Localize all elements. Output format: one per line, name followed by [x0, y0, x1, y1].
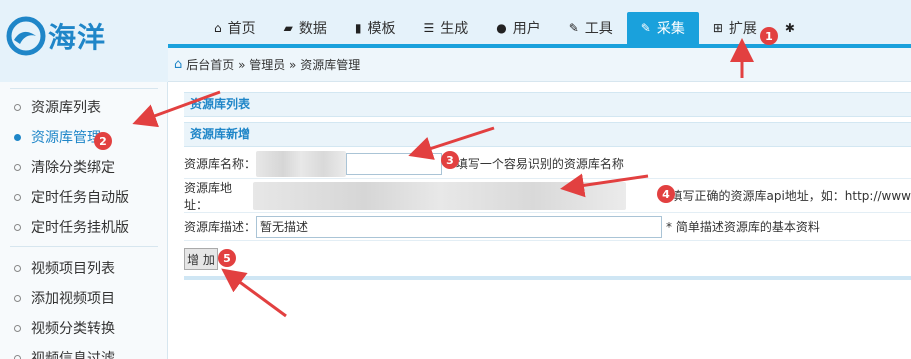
sidebar-item-label: 视频项目列表	[31, 261, 115, 277]
logo[interactable]: 海洋	[6, 12, 126, 60]
main-nav: ⌂ 首页 ▰ 数据 ▮ 模板 ☰ 生成 ● 用户 ✎ 工具 ✎ 采集 ⊞ 扩展 ✱	[200, 12, 815, 44]
sidebar-item-6[interactable]: 添加视频项目	[0, 283, 168, 313]
annotation-badge-5: 5	[218, 249, 236, 267]
name-redacted	[256, 150, 346, 177]
annotation-badge-3: 3	[441, 151, 459, 169]
sidebar-item-4[interactable]: 定时任务挂机版	[0, 212, 168, 242]
nav-item-label: 用户	[512, 21, 541, 37]
sidebar-divider	[10, 88, 158, 89]
bullet-icon	[14, 163, 21, 171]
desc-label: 资源库描述：	[184, 220, 257, 234]
sidebar-item-7[interactable]: 视频分类转换	[0, 313, 168, 343]
annotation-badge-4: 4	[657, 185, 675, 203]
bullet-icon	[14, 264, 21, 272]
panel-header-list[interactable]: 资源库列表	[184, 92, 911, 117]
url-label: 资源库地址：	[184, 180, 233, 212]
annotation-badge-1: 1	[760, 27, 778, 45]
wave-logo-icon	[6, 16, 46, 56]
sidebar: 资源库列表资源库管理清除分类绑定 定时任务自动版 定时任务挂机版 视频项目列表 添加视频…	[0, 82, 168, 359]
sidebar-item-label: 定时任务自动版	[31, 190, 129, 206]
bullet-icon	[14, 133, 21, 141]
sidebar-item-0[interactable]: 资源库列表	[0, 92, 168, 122]
edit-icon: ✎	[640, 21, 651, 35]
nav-item-label: 工具	[584, 21, 613, 37]
nav-item-2[interactable]: ▮ 模板	[341, 12, 410, 44]
sidebar-item-2[interactable]: 清除分类绑定	[0, 152, 168, 182]
nav-item-0[interactable]: ⌂ 首页	[200, 12, 270, 44]
user-icon: ●	[496, 21, 507, 35]
bullet-icon	[14, 193, 21, 201]
nav-item-6[interactable]: ✎ 采集	[626, 12, 699, 44]
home-icon[interactable]: ⌂	[174, 57, 182, 72]
sidebar-item-label: 清除分类绑定	[31, 160, 115, 176]
sidebar-item-3[interactable]: 定时任务自动版	[0, 182, 168, 212]
desc-input[interactable]	[256, 215, 662, 238]
sidebar-item-8[interactable]: 视频信息过滤	[0, 343, 168, 359]
nav-item-8[interactable]: ✱	[771, 12, 815, 44]
wrench-icon: ✎	[568, 21, 579, 35]
sidebar-item-label: 资源库管理	[31, 130, 101, 146]
nav-item-label: 首页	[227, 21, 256, 37]
sidebar-item-1[interactable]: 资源库管理	[0, 122, 168, 152]
url-input-redacted[interactable]	[252, 181, 626, 210]
add-button[interactable]: 增 加	[184, 248, 218, 270]
nav-item-label: 模板	[367, 21, 396, 37]
nav-item-label: 采集	[656, 21, 685, 37]
nav-item-label: 数据	[298, 21, 327, 37]
sidebar-item-5[interactable]: 视频项目列表	[0, 253, 168, 283]
form-row-desc: 资源库描述： * 简单描述资源库的基本资料	[184, 213, 911, 241]
nav-item-3[interactable]: ☰ 生成	[409, 12, 482, 44]
sitemap-icon: ⊞	[712, 21, 723, 35]
gear-icon: ✱	[784, 21, 795, 35]
bullet-icon	[14, 294, 21, 302]
sidebar-group-divider	[10, 246, 158, 247]
nav-item-label: 扩展	[728, 21, 757, 37]
file-icon: ▮	[354, 21, 362, 35]
name-input[interactable]	[346, 152, 442, 175]
form-row-url: 资源库地址： 请填写正确的资源库api地址，如：http://www	[184, 179, 911, 213]
desc-hint: * 简单描述资源库的基本资料	[666, 220, 820, 234]
breadcrumb-text: 后台首页 » 管理员 » 资源库管理	[186, 58, 361, 72]
bullet-icon	[14, 103, 21, 111]
form-footer-line	[184, 276, 911, 280]
bullet-icon	[14, 223, 21, 231]
sidebar-item-label: 视频信息过滤	[31, 351, 115, 359]
bullet-icon	[14, 354, 21, 359]
nav-item-1[interactable]: ▰ 数据	[270, 12, 341, 44]
panel-header-add: 资源库新增	[184, 122, 911, 147]
url-hint: 请填写正确的资源库api地址，如：http://www	[658, 189, 911, 203]
home-icon: ⌂	[214, 21, 222, 35]
logo-text: 海洋	[48, 21, 107, 54]
annotation-badge-2: 2	[94, 132, 112, 150]
sidebar-item-label: 定时任务挂机版	[31, 220, 129, 236]
name-label: 资源库名称：	[184, 157, 257, 171]
server-icon: ☰	[423, 21, 435, 35]
book-icon: ▰	[283, 21, 293, 35]
name-hint: * 填写一个容易识别的资源库名称	[446, 157, 624, 171]
nav-item-label: 生成	[440, 21, 469, 37]
sidebar-item-label: 资源库列表	[31, 100, 101, 116]
form-row-name: 资源库名称： * 填写一个容易识别的资源库名称	[184, 149, 911, 179]
nav-item-5[interactable]: ✎ 工具	[555, 12, 627, 44]
sidebar-item-label: 视频分类转换	[31, 321, 115, 337]
sidebar-item-label: 添加视频项目	[31, 291, 115, 307]
bullet-icon	[14, 324, 21, 332]
nav-item-4[interactable]: ● 用户	[482, 12, 554, 44]
breadcrumb: ⌂ 后台首页 » 管理员 » 资源库管理	[168, 48, 911, 82]
